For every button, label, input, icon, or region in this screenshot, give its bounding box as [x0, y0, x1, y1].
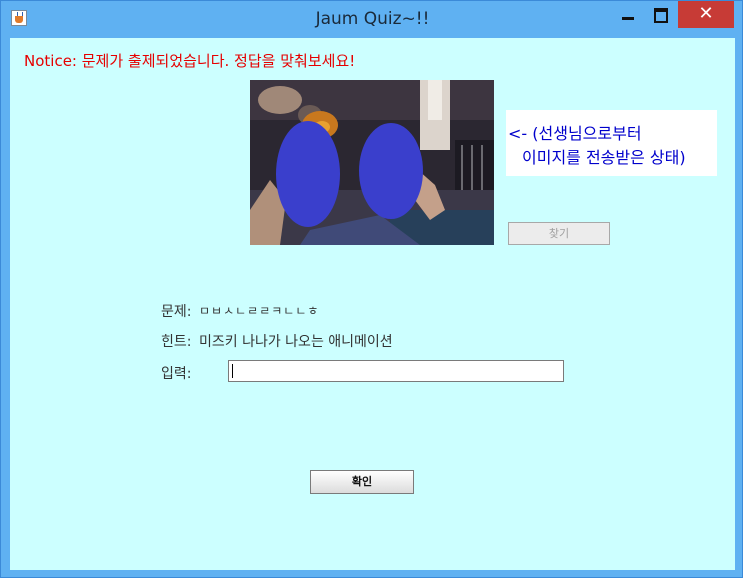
confirm-button[interactable]: 확인	[310, 470, 414, 494]
image-caption-line1: <- (선생님으로부터	[508, 124, 642, 143]
app-window: Jaum Quiz~!! ✕ Notice: 문제가 출제되었습니다. 정답을 …	[0, 0, 743, 578]
image-caption-line2: 이미지를 전송받은 상태)	[522, 148, 686, 167]
question-label: 문제:	[161, 304, 192, 320]
notice-text: Notice: 문제가 출제되었습니다. 정답을 맞춰보세요!	[24, 52, 356, 70]
close-button[interactable]: ✕	[678, 1, 734, 28]
minimize-button[interactable]	[613, 1, 643, 28]
quiz-image-art	[250, 80, 494, 245]
find-button[interactable]: 찾기	[508, 222, 610, 245]
question-value: ㅁㅂㅅㄴㄹㄹㅋㄴㄴㅎ	[199, 304, 320, 318]
hint-label: 힌트:	[161, 334, 192, 350]
answer-label: 입력:	[161, 366, 192, 382]
face-mask-right	[359, 123, 423, 219]
main-panel: Notice: 문제가 출제되었습니다. 정답을 맞춰보세요! <- (선생님으…	[10, 38, 735, 570]
face-mask-left	[276, 121, 340, 227]
text-caret	[232, 364, 233, 378]
maximize-button[interactable]	[645, 1, 677, 28]
quiz-image	[250, 80, 494, 245]
title-bar[interactable]: Jaum Quiz~!! ✕	[1, 1, 743, 37]
image-caption-box: <- (선생님으로부터 이미지를 전송받은 상태)	[506, 110, 717, 176]
hint-value: 미즈키 나나가 나오는 애니메이션	[199, 334, 393, 350]
answer-input[interactable]	[228, 360, 564, 382]
